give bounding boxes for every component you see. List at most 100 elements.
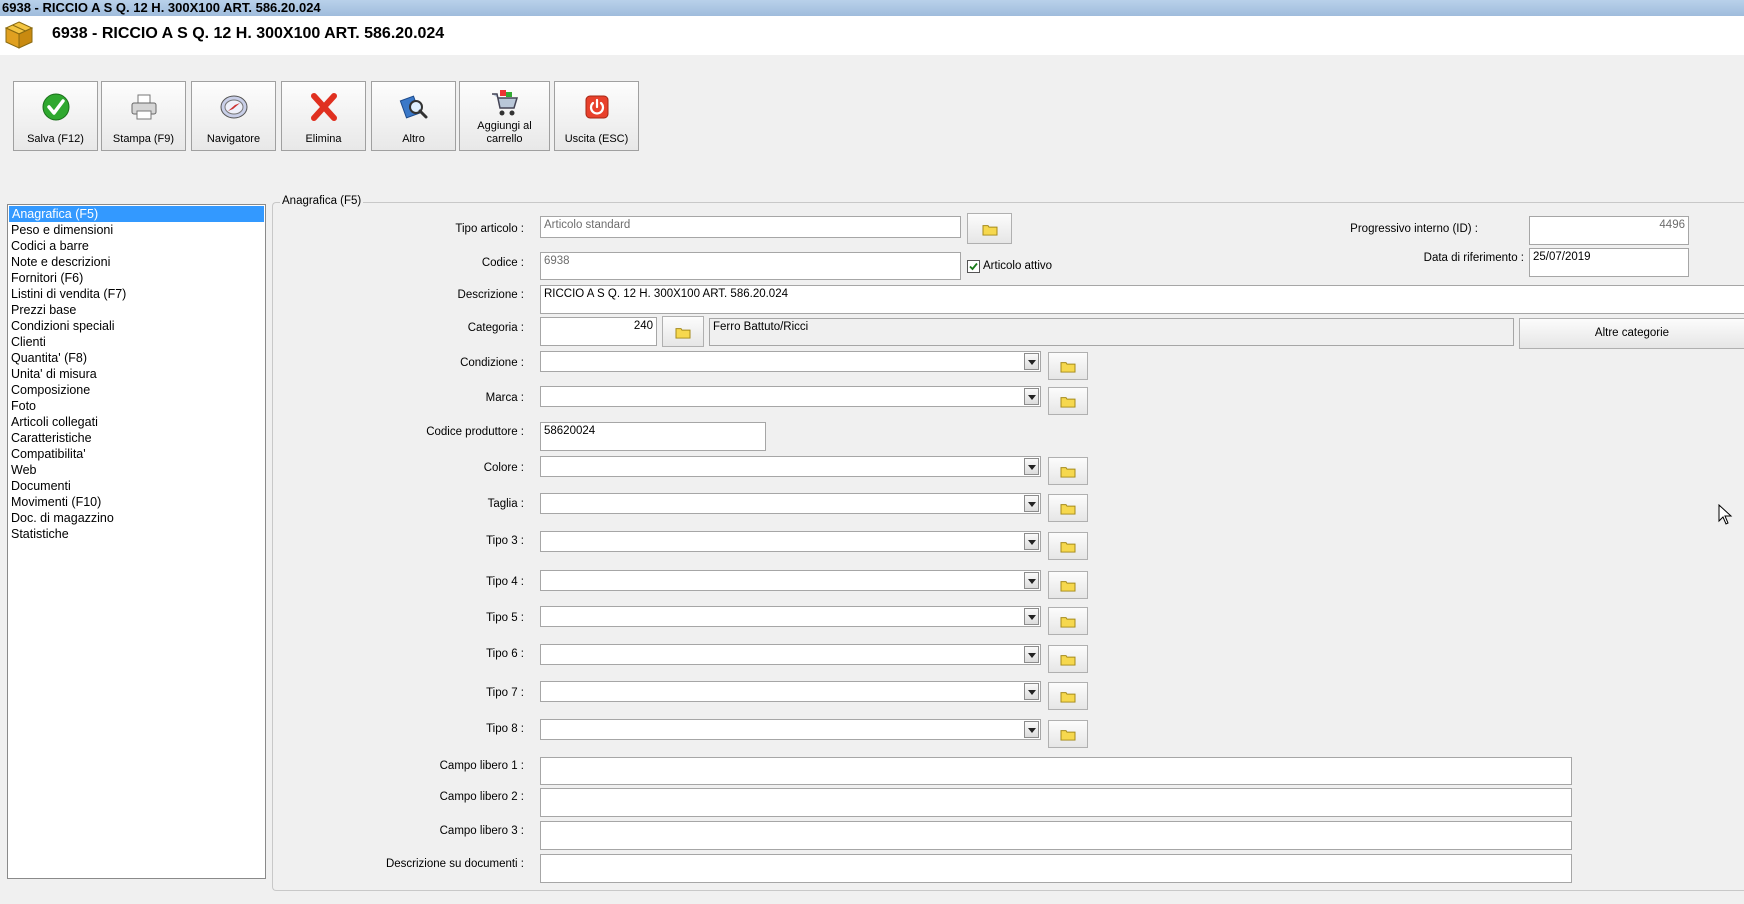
nav-item[interactable]: Note e descrizioni [8,254,265,270]
tipo6-lookup-button[interactable] [1048,645,1088,673]
folder-icon [1060,655,1076,666]
articolo-attivo-label[interactable]: Articolo attivo [983,260,1052,272]
chevron-down-icon[interactable] [1024,533,1039,550]
data-riferimento-label: Data di riferimento : [1423,252,1524,264]
chevron-down-icon[interactable] [1024,683,1039,700]
campo-libero-1-field[interactable] [540,757,1572,785]
nav-item[interactable]: Clienti [8,334,265,350]
colore-lookup-button[interactable] [1048,457,1088,485]
categoria-code-field[interactable]: 240 [540,317,657,346]
marca-lookup-button[interactable] [1048,387,1088,415]
nav-item[interactable]: Codici a barre [8,238,265,254]
data-riferimento-field[interactable]: 25/07/2019 [1529,248,1689,277]
condizione-lookup-button[interactable] [1048,352,1088,380]
tipo-articolo-label: Tipo articolo : [455,223,524,235]
chevron-down-icon[interactable] [1024,646,1039,663]
power-icon [585,95,608,119]
marca-select[interactable] [540,386,1041,407]
mouse-cursor-icon [1718,504,1733,525]
chevron-down-icon[interactable] [1024,388,1039,405]
tipo-articolo-lookup-button[interactable] [967,213,1012,244]
tipo7-lookup-button[interactable] [1048,682,1088,710]
condizione-label: Condizione : [460,357,524,369]
folder-icon [1060,542,1076,553]
chevron-down-icon[interactable] [1024,353,1039,370]
tipo8-select[interactable] [540,719,1041,740]
categoria-lookup-button[interactable] [662,316,704,347]
descrizione-documenti-field[interactable] [540,854,1572,883]
nav-item[interactable]: Web [8,462,265,478]
exit-button[interactable]: Uscita (ESC) [554,81,639,151]
add-to-cart-label-line2: carrello [486,133,523,145]
nav-item[interactable]: Movimenti (F10) [8,494,265,510]
tipo3-label: Tipo 3 : [486,535,524,547]
descrizione-field[interactable]: RICCIO A S Q. 12 H. 300X100 ART. 586.20.… [540,285,1744,314]
altre-categorie-button[interactable]: Altre categorie [1519,318,1744,349]
save-button[interactable]: Salva (F12) [13,81,98,151]
codice-field[interactable]: 6938 [540,252,961,280]
tipo4-select[interactable] [540,570,1041,591]
chevron-down-icon[interactable] [1024,572,1039,589]
nav-item[interactable]: Documenti [8,478,265,494]
chevron-down-icon[interactable] [1024,458,1039,475]
page-title: 6938 - RICCIO A S Q. 12 H. 300X100 ART. … [52,25,445,42]
nav-item[interactable]: Peso e dimensioni [8,222,265,238]
add-to-cart-label: Aggiungi al carrello [460,120,549,146]
add-to-cart-button[interactable]: Aggiungi al carrello [459,81,550,151]
section-list[interactable]: Anagrafica (F5) Peso e dimensioni Codici a… [7,204,266,879]
nav-item[interactable]: Prezzi base [8,302,265,318]
nav-item[interactable]: Listini di vendita (F7) [8,286,265,302]
marca-label: Marca : [485,392,524,404]
folder-icon [1060,504,1076,515]
tipo5-lookup-button[interactable] [1048,607,1088,635]
magnifier-icon [399,95,427,119]
other-button[interactable]: Altro [371,81,456,151]
nav-item[interactable]: Anagrafica (F5) [9,206,264,222]
folder-icon [1060,617,1076,628]
chevron-down-icon[interactable] [1024,495,1039,512]
tipo5-select[interactable] [540,606,1041,627]
navigator-button[interactable]: Navigatore [191,81,276,151]
articolo-attivo-checkbox[interactable] [967,260,980,273]
window-header: 6938 - RICCIO A S Q. 12 H. 300X100 ART. … [0,16,1744,55]
delete-button[interactable]: Elimina [281,81,366,151]
nav-item[interactable]: Doc. di magazzino [8,510,265,526]
codice-produttore-field[interactable]: 58620024 [540,422,766,451]
progressivo-field[interactable]: 4496 [1529,216,1689,245]
tipo-articolo-field[interactable]: Articolo standard [540,216,961,238]
nav-item[interactable]: Unita' di misura [8,366,265,382]
save-label: Salva (F12) [27,133,84,145]
nav-item[interactable]: Caratteristiche [8,430,265,446]
tipo3-select[interactable] [540,531,1041,552]
tipo7-label: Tipo 7 : [486,687,524,699]
nav-item[interactable]: Statistiche [8,526,265,542]
nav-item[interactable]: Foto [8,398,265,414]
nav-item[interactable]: Compatibilita' [8,446,265,462]
colore-select[interactable] [540,456,1041,477]
folder-icon [1060,581,1076,592]
chevron-down-icon[interactable] [1024,608,1039,625]
chevron-down-icon[interactable] [1024,721,1039,738]
tipo8-lookup-button[interactable] [1048,720,1088,748]
print-button[interactable]: Stampa (F9) [101,81,186,151]
nav-item[interactable]: Articoli collegati [8,414,265,430]
folder-icon [1060,692,1076,703]
nav-item[interactable]: Fornitori (F6) [8,270,265,286]
progressivo-label: Progressivo interno (ID) : [1350,223,1478,235]
tipo6-select[interactable] [540,644,1041,665]
tipo3-lookup-button[interactable] [1048,532,1088,560]
tipo7-select[interactable] [540,681,1041,702]
taglia-select[interactable] [540,493,1041,514]
taglia-lookup-button[interactable] [1048,494,1088,522]
descrizione-label: Descrizione : [457,289,524,301]
categoria-name-field: Ferro Battuto/Ricci [709,318,1514,346]
campo-libero-3-field[interactable] [540,821,1572,850]
codice-label: Codice : [481,257,524,269]
campo-libero-2-field[interactable] [540,788,1572,817]
tipo4-lookup-button[interactable] [1048,571,1088,599]
nav-item[interactable]: Composizione [8,382,265,398]
codice-produttore-label: Codice produttore : [426,426,524,438]
condizione-select[interactable] [540,351,1041,372]
nav-item[interactable]: Condizioni speciali [8,318,265,334]
nav-item[interactable]: Quantita' (F8) [8,350,265,366]
